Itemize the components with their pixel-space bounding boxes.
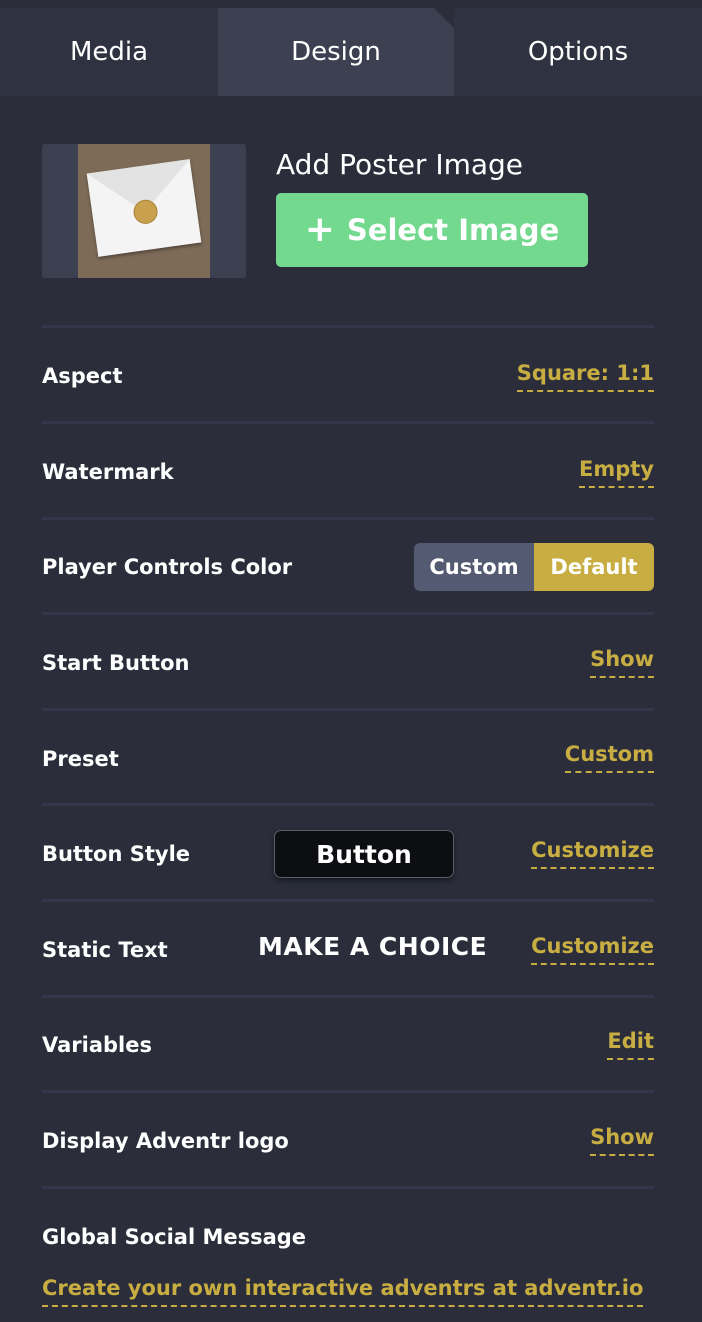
start-button-value-link[interactable]: Show <box>590 646 654 678</box>
poster-thumbnail[interactable] <box>42 144 246 278</box>
divider <box>42 612 654 615</box>
preset-value-link[interactable]: Custom <box>564 741 654 773</box>
player-controls-color-label: Player Controls Color <box>42 555 293 579</box>
divider <box>42 421 654 424</box>
watermark-value-link[interactable]: Empty <box>579 456 654 488</box>
start-button-label: Start Button <box>42 651 190 675</box>
static-text-customize-link[interactable]: Customize <box>531 933 654 965</box>
divider <box>42 995 654 998</box>
envelope-image <box>86 159 202 257</box>
watermark-label: Watermark <box>42 460 174 484</box>
tab-design[interactable]: Design <box>218 8 454 96</box>
divider <box>42 899 654 902</box>
plus-icon: + <box>304 209 335 250</box>
variables-edit-link[interactable]: Edit <box>607 1028 654 1060</box>
divider <box>42 1090 654 1093</box>
divider <box>42 325 654 328</box>
button-style-preview: Button <box>274 830 454 878</box>
display-logo-value-link[interactable]: Show <box>590 1124 654 1156</box>
tab-bar: Media Design Options <box>0 8 702 96</box>
poster-photo <box>78 144 210 278</box>
display-logo-label: Display Adventr logo <box>42 1129 289 1153</box>
toggle-option-custom[interactable]: Custom <box>414 543 534 591</box>
static-text-label: Static Text <box>42 938 168 962</box>
button-style-label: Button Style <box>42 842 191 866</box>
global-social-message-label: Global Social Message <box>42 1225 307 1249</box>
divider <box>42 708 654 711</box>
static-text-preview: MAKE A CHOICE <box>258 932 488 961</box>
divider <box>42 517 654 520</box>
select-image-button[interactable]: + Select Image <box>276 193 588 267</box>
variables-label: Variables <box>42 1033 152 1057</box>
player-controls-color-toggle: Custom Default <box>414 543 654 591</box>
divider <box>42 803 654 806</box>
select-image-label: Select Image <box>346 213 560 247</box>
preset-label: Preset <box>42 747 119 771</box>
aspect-label: Aspect <box>42 364 123 388</box>
global-social-message-link[interactable]: Create your own interactive adventrs at … <box>42 1274 644 1307</box>
tab-media[interactable]: Media <box>0 8 218 96</box>
aspect-value-link[interactable]: Square: 1:1 <box>516 360 654 392</box>
divider <box>42 1186 654 1189</box>
tab-options[interactable]: Options <box>454 8 702 96</box>
toggle-option-default[interactable]: Default <box>534 543 654 591</box>
poster-title: Add Poster Image <box>276 148 524 181</box>
button-style-customize-link[interactable]: Customize <box>531 837 654 869</box>
